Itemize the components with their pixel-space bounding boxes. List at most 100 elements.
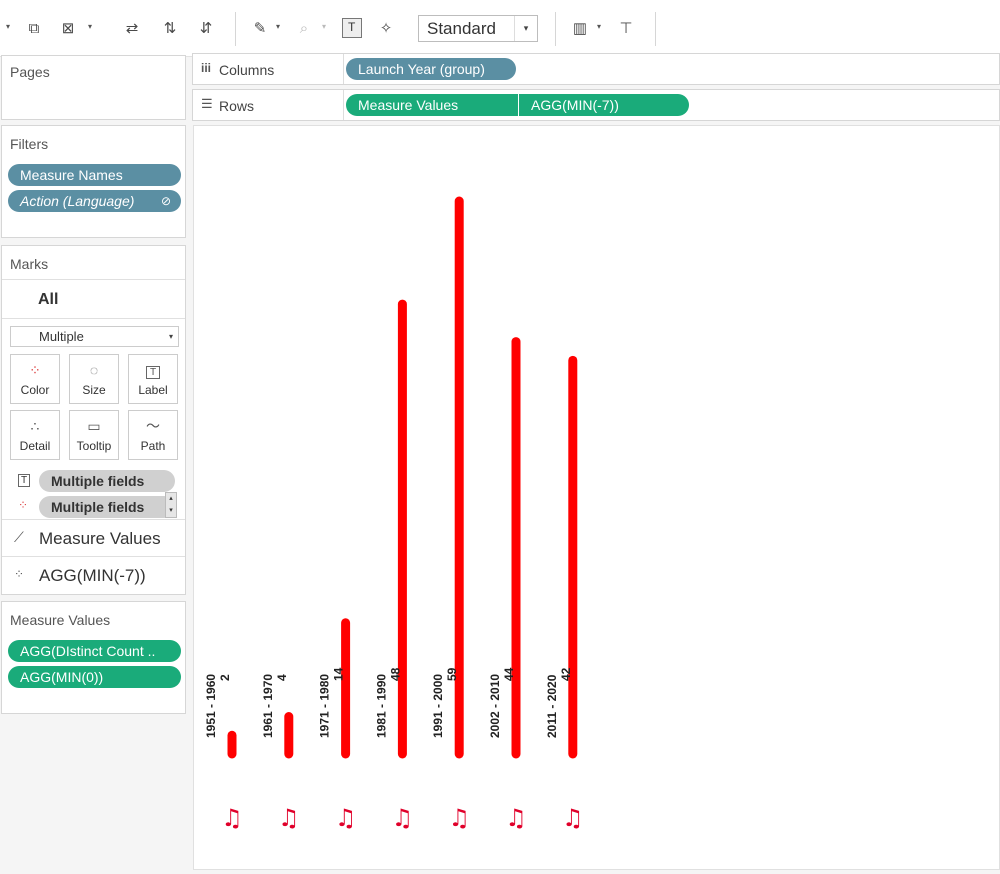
columns-label: Columns [219,62,275,78]
show-labels-icon[interactable]: T [342,18,362,38]
value-label: 42 [559,667,573,681]
music-note-icon[interactable]: ♫ [278,804,300,832]
toolbar-divider [235,12,236,46]
size-icon: ◌ [89,362,99,378]
show-me-icon[interactable]: ▥ [570,18,590,40]
detail-icon: ∴ [30,418,40,434]
scrollbar[interactable]: ▴ ▾ [165,492,177,518]
highlight-icon[interactable]: ✎ [250,18,270,40]
pin-icon[interactable]: ✧ [376,18,396,40]
sort-descending-icon[interactable]: ⇵ [196,18,216,40]
swap-icon[interactable]: ⇄ [122,18,142,40]
category-label: 1961 - 1970 [261,674,275,738]
marks-card-label: Path [140,439,166,453]
toolbar: ▾ ⧉ ⊠ ▾ ⇄ ⇅ ⇵ ✎ ▾ ⌕ ▾ T ✧ Standard ▾ ▥ ▾… [0,0,1000,57]
divider [2,318,185,319]
field-pill-multiple-label[interactable]: Multiple fields [39,470,175,492]
value-label: 4 [275,674,289,681]
color-icon: ⁘ [29,362,41,378]
divider [2,519,185,520]
rows-label: Rows [219,98,255,114]
measure-pill-agg-min-0[interactable]: AGG(MIN(0)) [8,666,181,688]
field-pill-multiple-color[interactable]: Multiple fields [39,496,175,518]
columns-pill-launch-year[interactable]: Launch Year (group) [346,58,516,80]
category-label: 2002 - 2010 [488,674,502,738]
chevron-down-icon[interactable]: ▾ [88,22,92,31]
chevron-down-icon: ▾ [514,16,537,41]
measure-values-title: Measure Values [10,612,111,628]
marks-tab-all[interactable]: All [38,291,58,309]
divider [2,279,185,280]
value-label: 48 [388,667,402,681]
chevron-down-icon[interactable]: ▾ [322,22,326,31]
fit-select[interactable]: Standard ▾ [418,15,538,42]
bar-chart: 1951 - 1960 2 ♫ 1961 - 1970 4 ♫ 1971 - 1980 14 ♫… [204,196,584,832]
chevron-down-icon[interactable]: ▾ [276,22,280,31]
filter-pill-action-language[interactable]: Action (Language) ⊘ [8,190,181,212]
tooltip-icon: ▭ [87,418,101,434]
marks-card-tooltip[interactable]: ▭ Tooltip [69,410,119,460]
music-note-icon[interactable]: ♫ [221,804,243,832]
add-datasource-icon[interactable]: ⧉ [24,18,44,40]
category-label: 1951 - 1960 [204,674,218,738]
path-icon: 〜 [146,418,160,434]
marks-title: Marks [10,256,49,272]
shapes-icon: ⁘ [14,567,25,581]
pages-title: Pages [10,64,50,80]
fit-select-value: Standard [427,19,496,38]
marks-card-detail[interactable]: ∴ Detail [10,410,60,460]
shelf-divider [343,54,344,84]
music-note-icon[interactable]: ♫ [448,804,470,832]
measure-pill-distinct-count[interactable]: AGG(DIstinct Count .. [8,640,181,662]
value-label: 44 [502,667,516,681]
marks-card-label: Detail [19,439,51,453]
marks-card-path[interactable]: 〜 Path [128,410,178,460]
chevron-down-icon[interactable]: ▾ [597,22,601,31]
chevron-down-icon[interactable]: ▾ [6,22,10,31]
rows-pill-measure-values[interactable]: Measure Values [346,94,518,116]
value-label: 59 [445,667,459,681]
marks-card-label: Label [138,383,168,397]
marks-section-agg-min[interactable]: AGG(MIN(-7)) [39,566,146,586]
link-icon: ⊘ [160,194,171,208]
mark-type-value: Multiple [39,329,84,344]
music-note-icon[interactable]: ♫ [505,804,527,832]
marks-card-color[interactable]: ⁘ Color [10,354,60,404]
category-label: 1991 - 2000 [431,674,445,738]
rows-pill-agg-min[interactable]: AGG(MIN(-7)) [519,94,689,116]
filters-panel: Filters Measure Names Action (Language) … [1,125,186,238]
color-field-icon: ⁘ [18,498,29,512]
music-note-icon[interactable]: ♫ [562,804,584,832]
category-label: 1981 - 1990 [374,674,388,738]
chevron-down-icon: ▾ [168,332,173,341]
divider [2,556,185,557]
category-label: 2011 - 2020 [545,674,559,738]
text-label-icon: T [129,361,177,379]
value-label: 14 [332,667,346,681]
group-icon[interactable]: ⌕ [294,18,314,40]
rows-icon: ☰ [201,96,213,111]
music-note-icon[interactable]: ♫ [392,804,414,832]
value-label: 2 [218,674,232,681]
marks-card-label[interactable]: T Label [128,354,178,404]
filter-pill-measure-names[interactable]: Measure Names [8,164,181,186]
marks-card-label: Tooltip [76,439,112,453]
line-icon: ⟋ [14,529,24,545]
rows-shelf[interactable]: ☰ Rows Measure Values AGG(MIN(-7)) [192,89,1000,121]
columns-shelf[interactable]: iii Columns Launch Year (group) [192,53,1000,85]
marks-card-label: Color [20,383,50,397]
presentation-icon[interactable]: ⊤ [616,18,636,40]
toolbar-divider [655,12,656,46]
filters-title: Filters [10,136,49,152]
category-label: 1971 - 1980 [318,674,332,738]
pages-panel[interactable]: Pages [1,55,186,120]
marks-card-size[interactable]: ◌ Size [69,354,119,404]
mark-type-select[interactable]: Multiple ▾ [10,326,179,347]
marks-card-label: Size [82,383,106,397]
chart-area: 1951 - 1960 2 ♫ 1961 - 1970 4 ♫ 1971 - 1980 14 ♫… [193,125,1000,870]
marks-section-measure-values[interactable]: Measure Values [39,529,161,549]
music-note-icon[interactable]: ♫ [335,804,357,832]
sort-ascending-icon[interactable]: ⇅ [160,18,180,40]
columns-icon: iii [201,61,212,75]
clear-sheet-icon[interactable]: ⊠ [58,18,78,40]
